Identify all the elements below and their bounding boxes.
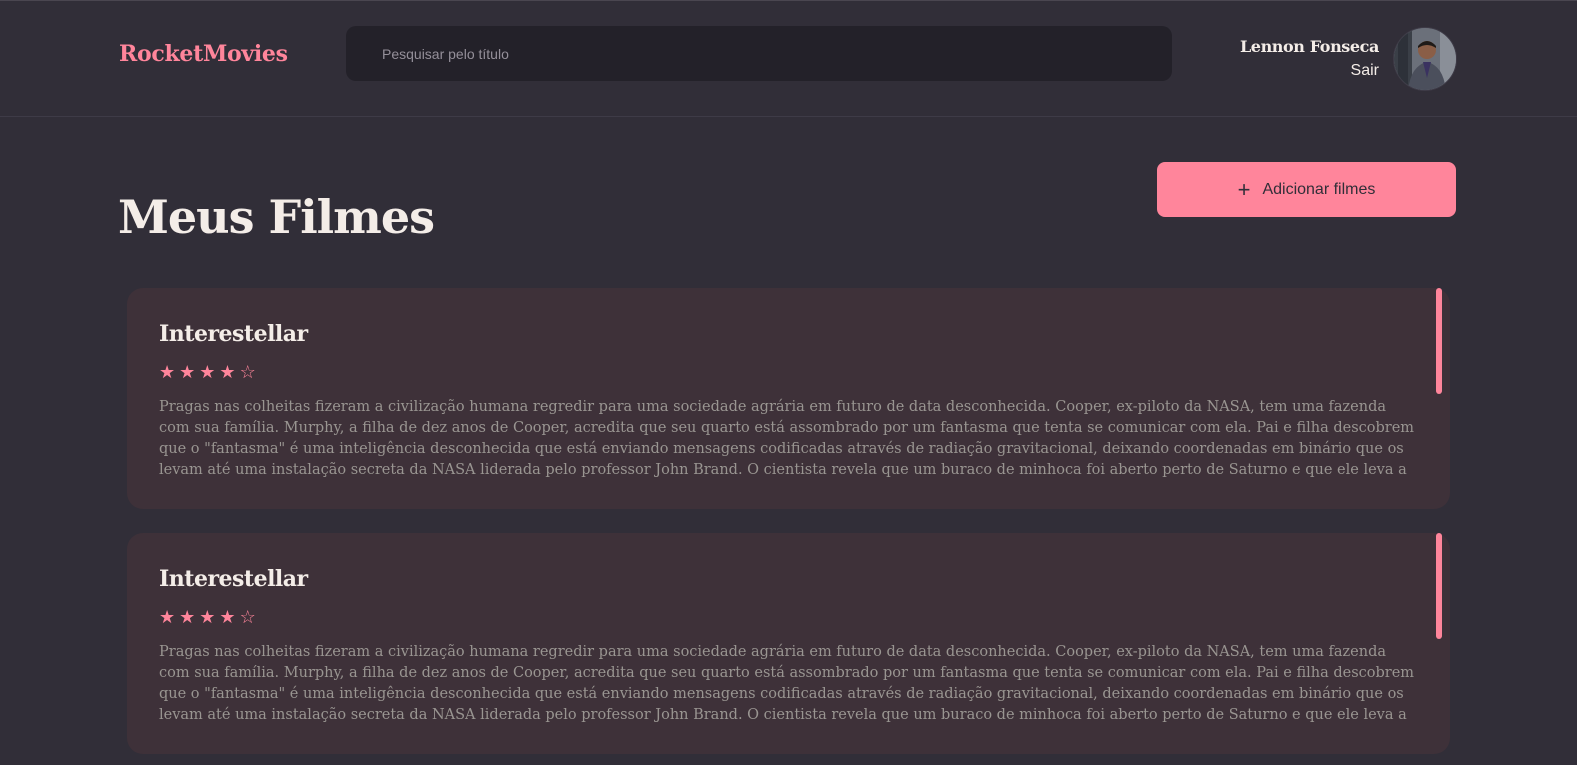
movie-list[interactable]: Interestellar ★ ★ ★ ★ ☆ Pragas nas colhe…	[127, 288, 1450, 765]
profile-text: Lennon Fonseca Sair	[1240, 37, 1379, 80]
plus-icon: +	[1237, 176, 1251, 202]
star-filled-icon: ★	[219, 607, 236, 627]
search-input[interactable]	[346, 26, 1172, 81]
movie-description: Pragas nas colheitas fizeram a civilizaç…	[159, 644, 1415, 723]
user-name[interactable]: Lennon Fonseca	[1240, 37, 1379, 56]
page-title: Meus Filmes	[118, 190, 435, 244]
movie-card[interactable]: Interestellar ★ ★ ★ ★ ☆ Pragas nas colhe…	[127, 533, 1450, 754]
star-filled-icon: ★	[179, 362, 196, 382]
movie-description: Pragas nas colheitas fizeram a civilizaç…	[159, 399, 1415, 478]
star-filled-icon: ★	[219, 362, 236, 382]
avatar[interactable]	[1393, 26, 1457, 91]
user-profile: Lennon Fonseca Sair	[1240, 26, 1457, 91]
star-filled-icon: ★	[159, 362, 176, 382]
movie-title: Interestellar	[159, 566, 308, 592]
rating-stars: ★ ★ ★ ★ ☆	[159, 606, 1418, 628]
star-filled-icon: ★	[199, 362, 216, 382]
brand-logo[interactable]: RocketMovies	[119, 41, 288, 67]
app-page: RocketMovies Lennon Fonseca Sair	[0, 0, 1577, 765]
header: RocketMovies Lennon Fonseca Sair	[0, 1, 1577, 117]
card-scrollbar[interactable]	[1436, 288, 1442, 394]
movie-title: Interestellar	[159, 321, 308, 347]
avatar-image	[1394, 27, 1456, 90]
card-scrollbar[interactable]	[1436, 533, 1442, 639]
star-outline-icon: ☆	[239, 607, 256, 627]
add-movie-label: Adicionar filmes	[1262, 180, 1376, 198]
logout-link[interactable]: Sair	[1240, 62, 1379, 80]
add-movie-button[interactable]: + Adicionar filmes	[1157, 162, 1456, 217]
star-filled-icon: ★	[199, 607, 216, 627]
star-outline-icon: ☆	[239, 362, 256, 382]
star-filled-icon: ★	[159, 607, 176, 627]
rating-stars: ★ ★ ★ ★ ☆	[159, 361, 1418, 383]
movie-card[interactable]: Interestellar ★ ★ ★ ★ ☆ Pragas nas colhe…	[127, 288, 1450, 509]
star-filled-icon: ★	[179, 607, 196, 627]
